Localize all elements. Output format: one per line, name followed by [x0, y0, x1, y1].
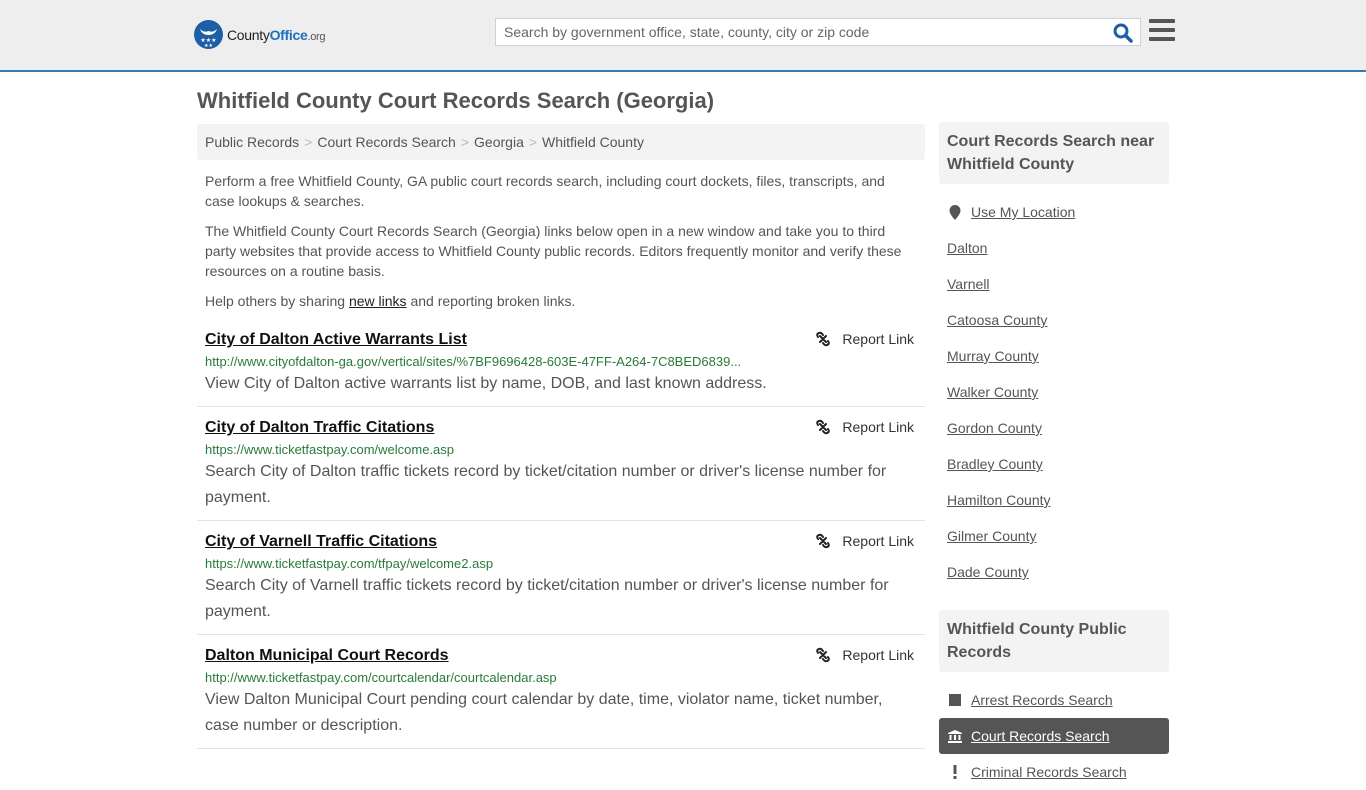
- breadcrumb-georgia[interactable]: Georgia: [474, 134, 524, 150]
- eagle-logo-icon: ★★★ ★★: [194, 20, 223, 49]
- court-records-search-link[interactable]: Court Records Search: [971, 728, 1110, 744]
- use-my-location-item: Use My Location: [939, 194, 1169, 230]
- nearby-item: Walker County: [939, 374, 1169, 410]
- nearby-item: Murray County: [939, 338, 1169, 374]
- nearby-link-catoosa-county[interactable]: Catoosa County: [947, 312, 1047, 328]
- public-records-item: Arrest Records Search: [939, 682, 1169, 718]
- breadcrumb-separator: >: [528, 134, 538, 150]
- report-link-button[interactable]: Report Link: [815, 331, 914, 347]
- nearby-link-dalton[interactable]: Dalton: [947, 240, 987, 256]
- nearby-link-varnell[interactable]: Varnell: [947, 276, 990, 292]
- nearby-item: Gordon County: [939, 410, 1169, 446]
- result-url[interactable]: http://www.cityofdalton-ga.gov/vertical/…: [205, 351, 785, 373]
- result-url[interactable]: https://www.ticketfastpay.com/welcome.as…: [205, 439, 785, 461]
- square-icon: [947, 694, 963, 706]
- nearby-list: Use My Location Dalton Varnell Catoosa C…: [939, 184, 1169, 590]
- result-url[interactable]: http://www.ticketfastpay.com/courtcalend…: [205, 667, 785, 689]
- hamburger-menu-icon[interactable]: [1149, 19, 1175, 42]
- nearby-item: Gilmer County: [939, 518, 1169, 554]
- nearby-item: Bradley County: [939, 446, 1169, 482]
- breadcrumb-whitfield-county[interactable]: Whitfield County: [542, 134, 644, 150]
- result-item: City of Varnell Traffic Citations Report…: [197, 531, 925, 635]
- report-link-label: Report Link: [842, 533, 914, 549]
- search-icon[interactable]: [1112, 22, 1134, 44]
- result-title-link[interactable]: City of Dalton Traffic Citations: [205, 417, 434, 439]
- result-url[interactable]: https://www.ticketfastpay.com/tfpay/welc…: [205, 553, 785, 575]
- results-list: City of Dalton Active Warrants List Repo…: [197, 329, 925, 759]
- result-item: Dalton Municipal Court Records Report Li…: [197, 645, 925, 749]
- map-marker-icon: [947, 204, 963, 220]
- result-description: Search City of Dalton traffic tickets re…: [205, 463, 887, 506]
- site-header: ★★★ ★★ CountyOffice.org: [0, 0, 1366, 72]
- site-search: [495, 18, 1141, 46]
- result-description: View City of Dalton active warrants list…: [205, 375, 767, 392]
- report-link-button[interactable]: Report Link: [815, 419, 914, 435]
- svg-text:★★: ★★: [204, 43, 213, 49]
- nearby-item: Catoosa County: [939, 302, 1169, 338]
- breadcrumb-separator: >: [304, 134, 313, 150]
- public-records-list: Arrest Records Search Court Records Sear…: [939, 672, 1169, 790]
- arrest-records-search-link[interactable]: Arrest Records Search: [971, 692, 1113, 708]
- report-link-label: Report Link: [842, 419, 914, 435]
- result-item: City of Dalton Traffic Citations Report …: [197, 417, 925, 521]
- courthouse-icon: [947, 729, 963, 743]
- public-records-item: Criminal Records Search: [939, 754, 1169, 790]
- intro-text: Perform a free Whitfield County, GA publ…: [205, 171, 917, 321]
- nearby-item: Hamilton County: [939, 482, 1169, 518]
- logo-text: CountyOffice.org: [227, 26, 326, 43]
- sidebar: Court Records Search near Whitfield Coun…: [939, 122, 1169, 790]
- intro-paragraph-1: Perform a free Whitfield County, GA publ…: [205, 173, 885, 209]
- report-link-button[interactable]: Report Link: [815, 647, 914, 663]
- broken-link-icon: [816, 647, 831, 663]
- nearby-item: Varnell: [939, 266, 1169, 302]
- new-links-link[interactable]: new links: [349, 293, 407, 309]
- breadcrumb-public-records[interactable]: Public Records: [205, 134, 299, 150]
- nearby-link-hamilton-county[interactable]: Hamilton County: [947, 492, 1051, 508]
- search-input[interactable]: [496, 19, 1096, 45]
- broken-link-icon: [816, 419, 831, 435]
- exclamation-icon: [947, 765, 963, 779]
- breadcrumb-court-records-search[interactable]: Court Records Search: [317, 134, 456, 150]
- nearby-item: Dade County: [939, 554, 1169, 590]
- site-logo[interactable]: ★★★ ★★ CountyOffice.org: [194, 20, 326, 49]
- intro-paragraph-3: Help others by sharing new links and rep…: [205, 293, 576, 309]
- report-link-label: Report Link: [842, 647, 914, 663]
- result-description: Search City of Varnell traffic tickets r…: [205, 577, 889, 620]
- report-link-button[interactable]: Report Link: [815, 533, 914, 549]
- report-link-label: Report Link: [842, 331, 914, 347]
- breadcrumb: Public Records > Court Records Search > Geor…: [197, 124, 925, 160]
- result-item: City of Dalton Active Warrants List Repo…: [197, 329, 925, 407]
- nearby-link-murray-county[interactable]: Murray County: [947, 348, 1039, 364]
- broken-link-icon: [816, 331, 831, 347]
- criminal-records-search-link[interactable]: Criminal Records Search: [971, 764, 1127, 780]
- nearby-link-walker-county[interactable]: Walker County: [947, 384, 1038, 400]
- nearby-link-dade-county[interactable]: Dade County: [947, 564, 1029, 580]
- use-my-location-link[interactable]: Use My Location: [971, 204, 1075, 220]
- result-description: View Dalton Municipal Court pending cour…: [205, 691, 883, 734]
- page-title: Whitfield County Court Records Search (G…: [197, 88, 715, 113]
- result-title-link[interactable]: City of Varnell Traffic Citations: [205, 531, 437, 553]
- broken-link-icon: [816, 533, 831, 549]
- result-title-link[interactable]: Dalton Municipal Court Records: [205, 645, 449, 667]
- result-title-link[interactable]: City of Dalton Active Warrants List: [205, 329, 467, 351]
- nearby-item: Dalton: [939, 230, 1169, 266]
- nearby-link-gordon-county[interactable]: Gordon County: [947, 420, 1042, 436]
- nearby-link-bradley-county[interactable]: Bradley County: [947, 456, 1043, 472]
- public-records-heading: Whitfield County Public Records: [939, 610, 1169, 672]
- nearby-heading: Court Records Search near Whitfield Coun…: [939, 122, 1169, 184]
- intro-paragraph-2: The Whitfield County Court Records Searc…: [205, 223, 902, 279]
- nearby-link-gilmer-county[interactable]: Gilmer County: [947, 528, 1036, 544]
- public-records-item-active: Court Records Search: [939, 718, 1169, 754]
- breadcrumb-separator: >: [460, 134, 470, 150]
